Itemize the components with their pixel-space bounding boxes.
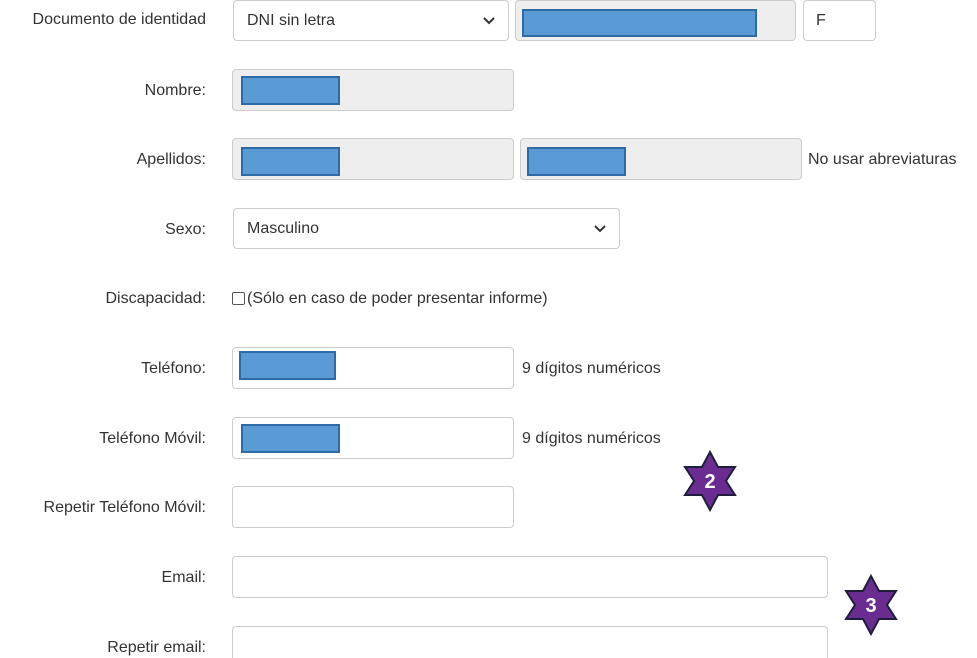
movil-hint: 9 dígitos numéricos <box>522 430 661 447</box>
sexo-label: Sexo: <box>165 221 206 238</box>
repetir-email-field[interactable] <box>232 626 828 658</box>
repetir-movil-label: Repetir Teléfono Móvil: <box>43 499 206 516</box>
annotation-number-3: 3 <box>865 595 876 617</box>
telefono-field[interactable] <box>232 347 514 389</box>
sexo-select[interactable]: Masculino <box>233 208 620 249</box>
discapacidad-checkbox[interactable] <box>232 292 245 305</box>
annotation-star-2: 2 <box>683 450 737 512</box>
redaction-box <box>527 147 626 176</box>
apellido2-field <box>520 138 802 180</box>
redaction-box <box>241 147 340 176</box>
redaction-box <box>241 76 340 105</box>
document-letter-field[interactable]: F <box>803 0 876 41</box>
apellidos-label: Apellidos: <box>136 151 206 168</box>
repetir-movil-field[interactable] <box>232 486 514 528</box>
documento-label: Documento de identidad <box>32 11 206 28</box>
movil-label: Teléfono Móvil: <box>99 430 206 447</box>
repetir-email-label: Repetir email: <box>107 639 206 656</box>
discapacidad-note: (Sólo en caso de poder presentar informe… <box>247 290 548 307</box>
chevron-down-icon <box>483 17 495 25</box>
discapacidad-label: Discapacidad: <box>105 290 207 307</box>
chevron-down-icon <box>594 225 606 233</box>
document-type-select[interactable]: DNI sin letra <box>233 0 509 41</box>
document-type-value: DNI sin letra <box>247 12 336 29</box>
document-letter-value: F <box>816 12 826 29</box>
annotation-number-2: 2 <box>704 471 715 493</box>
sexo-value: Masculino <box>247 220 320 237</box>
telefono-label: Teléfono: <box>141 360 206 377</box>
nombre-label: Nombre: <box>144 82 206 99</box>
email-label: Email: <box>161 569 206 586</box>
document-number-field <box>515 0 796 41</box>
telefono-hint: 9 dígitos numéricos <box>522 360 661 377</box>
redaction-box <box>522 9 757 37</box>
apellidos-hint: No usar abreviaturas <box>808 151 957 168</box>
nombre-field <box>232 69 514 111</box>
redaction-box <box>241 424 340 453</box>
redaction-box <box>239 351 336 380</box>
annotation-star-3: 3 <box>844 574 898 636</box>
apellido1-field <box>232 138 514 180</box>
movil-field[interactable] <box>232 417 514 459</box>
email-field[interactable] <box>232 556 828 598</box>
